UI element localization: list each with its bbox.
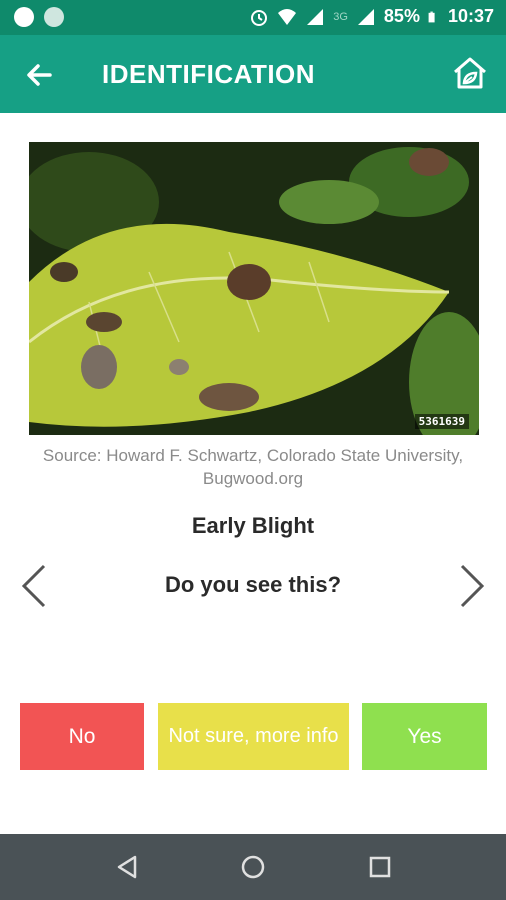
disease-photo: 5361639	[29, 142, 479, 435]
clock: 10:37	[447, 6, 494, 26]
system-nav-bar	[0, 834, 506, 900]
arrow-left-icon[interactable]	[22, 57, 58, 93]
disease-name: Early Blight	[191, 513, 315, 538]
photo-source: Source: Howard F. Schwartz, Colorado Sta…	[42, 446, 464, 488]
page-title: IDENTIFICATION	[102, 59, 316, 89]
not-sure-button[interactable]: Not sure, more info	[158, 703, 349, 770]
app-bar: IDENTIFICATION	[0, 35, 506, 113]
home-leaf-icon[interactable]	[450, 53, 490, 93]
signal-icon	[357, 8, 374, 25]
photo-id-label: 5361639	[414, 414, 469, 429]
yes-button[interactable]: Yes	[362, 703, 487, 770]
network-type: 3G	[333, 10, 348, 23]
battery-icon	[428, 11, 435, 22]
circle-icon	[44, 7, 64, 27]
spotify-icon	[14, 7, 34, 27]
question-text: Do you see this?	[164, 572, 342, 597]
signal-icon	[307, 8, 324, 25]
nav-home-icon[interactable]	[238, 852, 268, 882]
leaf-image	[29, 142, 479, 435]
no-button[interactable]: No	[20, 703, 144, 770]
alarm-icon	[251, 9, 268, 26]
wifi-icon	[278, 8, 297, 25]
battery-percent: 85%	[383, 6, 420, 26]
nav-recent-apps-icon[interactable]	[365, 852, 395, 882]
status-bar: 3G 85% 10:37	[0, 0, 506, 35]
chevron-right-icon[interactable]	[452, 562, 492, 610]
nav-back-icon[interactable]	[113, 852, 143, 882]
